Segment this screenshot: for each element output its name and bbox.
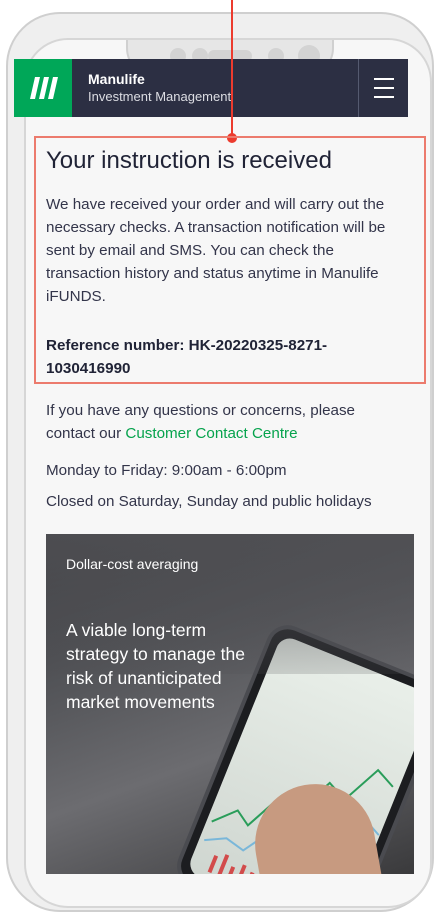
closed-days: Closed on Saturday, Sunday and public ho… bbox=[46, 493, 372, 510]
confirmation-title: Your instruction is received bbox=[46, 147, 332, 174]
promo-banner[interactable]: Dollar-cost averaging A viable long-term… bbox=[46, 534, 414, 874]
contact-text: If you have any questions or concerns, p… bbox=[46, 399, 406, 445]
promo-tag: Dollar-cost averaging bbox=[66, 556, 199, 572]
app-header: Manulife Investment Management bbox=[14, 59, 408, 117]
menu-bar-icon bbox=[373, 78, 394, 80]
logo-stripes-icon bbox=[30, 77, 58, 99]
customer-contact-centre-link[interactable]: Customer Contact Centre bbox=[125, 425, 297, 442]
menu-bar-icon bbox=[373, 87, 394, 89]
manulife-logo-icon[interactable] bbox=[14, 59, 72, 117]
confirmation-message: We have received your order and will car… bbox=[46, 196, 386, 305]
brand-subtitle: Investment Management bbox=[88, 89, 232, 104]
annotation-pointer-line bbox=[231, 0, 233, 137]
reference-number: Reference number: HK-20220325-8271-10304… bbox=[46, 337, 328, 377]
hamburger-menu-button[interactable] bbox=[358, 59, 408, 117]
business-hours: Monday to Friday: 9:00am - 6:00pm Closed… bbox=[46, 459, 406, 521]
weekday-hours: Monday to Friday: 9:00am - 6:00pm bbox=[46, 462, 287, 479]
annotation-pointer-dot bbox=[227, 133, 237, 143]
menu-bar-icon bbox=[373, 96, 394, 98]
brand-title: Manulife bbox=[88, 71, 145, 87]
promo-headline: A viable long-term strategy to manage th… bbox=[66, 620, 245, 712]
